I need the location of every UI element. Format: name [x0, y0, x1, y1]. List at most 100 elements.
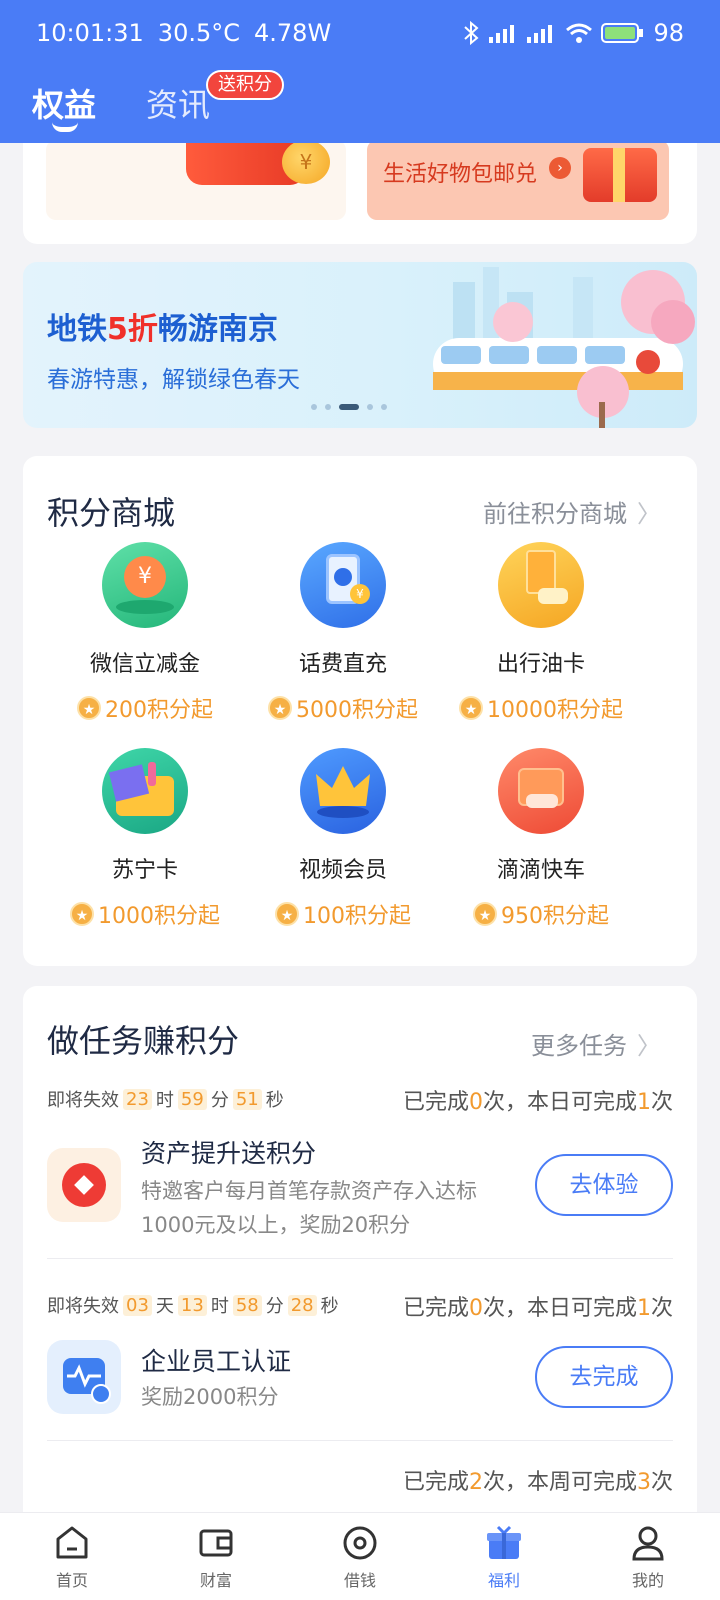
countdown-value: 03 — [123, 1294, 152, 1316]
complete-button[interactable]: 去完成 — [535, 1346, 673, 1408]
task-progress: 已完成0次，本日可完成1次 — [403, 1290, 673, 1322]
shop-item-points: ★ 10000积分起 — [441, 692, 641, 724]
try-button[interactable]: 去体验 — [535, 1154, 673, 1216]
banner-title-highlight: 5折 — [107, 312, 158, 347]
points-shop-card: 积分商城 前往积分商城〉 ¥ 微信立减金 ★ 200积分起 ¥ 话费直充 ★ 500… — [23, 456, 697, 966]
nav-wealth[interactable]: 财富 — [144, 1513, 288, 1600]
countdown-value: 23 — [123, 1088, 152, 1110]
task-title: 企业员工认证 — [141, 1347, 292, 1376]
progress-label: 次，本日可完成 — [482, 1296, 637, 1321]
shop-item-points: ★ 1000积分起 — [45, 898, 245, 930]
progress-done: 2 — [468, 1470, 483, 1495]
progress-label: 次，本日可完成 — [482, 1090, 637, 1115]
metro-banner[interactable]: 地铁5折畅游南京 春游特惠，解锁绿色春天 — [23, 262, 697, 428]
nav-label: 我的 — [631, 1571, 664, 1590]
progress-label: 已完成 — [402, 1090, 469, 1115]
countdown-value: 51 — [232, 1088, 262, 1110]
didi-ride-icon — [498, 748, 584, 834]
shop-item-name: 话费直充 — [298, 652, 387, 677]
shop-item-video-vip[interactable]: 视频会员 ★ 100积分起 — [243, 748, 443, 930]
progress-label: 次 — [650, 1090, 673, 1115]
shop-link[interactable]: 前往积分商城〉 — [483, 494, 661, 529]
shop-item-points: ★ 5000积分起 — [243, 692, 443, 724]
nav-home[interactable]: 首页 — [0, 1513, 144, 1600]
wechat-coupon-icon: ¥ — [102, 542, 188, 628]
shop-item-name: 微信立减金 — [89, 652, 200, 677]
page-dot — [311, 404, 317, 410]
promo-right-tile[interactable]: 生活好物包邮兑 › — [367, 140, 669, 220]
bottom-nav: 首页 财富 借钱 福利 我的 — [0, 1512, 720, 1600]
progress-done: 0 — [468, 1296, 483, 1321]
points-star-icon: ★ — [77, 696, 101, 720]
promo-left-tile[interactable]: ¥ — [46, 140, 346, 220]
bluetooth-icon — [464, 21, 479, 45]
shop-item-didi[interactable]: 滴滴快车 ★ 950积分起 — [441, 748, 641, 930]
shop-item-phone-bill[interactable]: ¥ 话费直充 ★ 5000积分起 — [243, 542, 443, 724]
task-expire-timer: 即将失效 23 时 59 分 51 秒 — [47, 1086, 284, 1112]
nav-label: 财富 — [199, 1571, 232, 1590]
progress-label: 已完成 — [402, 1296, 469, 1321]
divider — [47, 1440, 673, 1441]
video-vip-icon — [300, 748, 386, 834]
banner-pagination — [311, 404, 387, 410]
page-dot — [381, 404, 387, 410]
progress-label: 已完成 — [402, 1470, 469, 1495]
battery-level: 98 — [653, 19, 684, 47]
countdown-value: 13 — [177, 1294, 207, 1316]
countdown-value: 28 — [287, 1294, 317, 1316]
train-blossom-illustration — [433, 267, 695, 428]
shop-item-suning[interactable]: 苏宁卡 ★ 1000积分起 — [45, 748, 245, 930]
tab-news[interactable]: 资讯 — [146, 80, 210, 126]
chevron-right-icon: 〉 — [637, 1032, 661, 1060]
progress-limit: 3 — [636, 1470, 651, 1495]
news-badge: 送积分 — [206, 70, 284, 100]
page-dot — [367, 404, 373, 410]
countdown-unit: 秒 — [320, 1296, 339, 1317]
shop-item-fuel-card[interactable]: 出行油卡 ★ 10000积分起 — [441, 542, 641, 724]
progress-label: 次，本周可完成 — [482, 1470, 637, 1495]
battery-icon — [601, 23, 644, 43]
yuan-coin-icon: ¥ — [282, 140, 330, 184]
banner-subtitle: 春游特惠，解锁绿色春天 — [47, 367, 300, 393]
points-star-icon: ★ — [275, 902, 299, 926]
gift-box-icon — [583, 148, 657, 202]
shop-item-wechat[interactable]: ¥ 微信立减金 ★ 200积分起 — [45, 542, 245, 724]
shop-item-name: 滴滴快车 — [496, 858, 585, 883]
tab-rights[interactable]: 权益 — [32, 80, 96, 126]
status-power: 4.78W — [254, 19, 332, 47]
status-time: 10:01:31 — [36, 19, 144, 47]
shop-item-points-label: 5000积分起 — [296, 698, 418, 723]
progress-limit: 1 — [636, 1090, 651, 1115]
shop-link-label: 前往积分商城 — [483, 500, 627, 528]
task-description: 特邀客户每月首笔存款资产存入达标1000元及以上，奖励20积分 — [141, 1179, 477, 1237]
nav-label: 首页 — [55, 1571, 88, 1590]
task-progress: 已完成0次，本日可完成1次 — [403, 1084, 673, 1116]
top-tabs: 权益 资讯 送积分 — [0, 70, 720, 140]
more-tasks-link[interactable]: 更多任务〉 — [531, 1026, 661, 1061]
task-card: 做任务赚积分 更多任务〉 即将失效 23 时 59 分 51 秒 已完成0次，本日可完… — [23, 986, 697, 1526]
banner-title-pre: 地铁 — [47, 312, 107, 347]
red-diamond-icon — [47, 1148, 121, 1222]
nav-benefits[interactable]: 福利 — [432, 1513, 576, 1600]
nav-profile[interactable]: 我的 — [576, 1513, 720, 1600]
shop-item-name: 出行油卡 — [496, 652, 585, 677]
more-tasks-label: 更多任务 — [531, 1032, 627, 1060]
countdown-unit: 分 — [265, 1296, 284, 1317]
page-dot — [325, 404, 331, 410]
suning-card-icon — [102, 748, 188, 834]
progress-done: 0 — [468, 1090, 483, 1115]
countdown-value: 59 — [177, 1088, 207, 1110]
page-dot-active — [339, 404, 359, 410]
nav-loan[interactable]: 借钱 — [288, 1513, 432, 1600]
task-description: 奖励2000积分 — [141, 1385, 279, 1409]
home-icon — [56, 1526, 88, 1559]
shop-item-points: ★ 200积分起 — [45, 692, 245, 724]
nav-label: 福利 — [487, 1571, 520, 1590]
profile-icon — [632, 1526, 664, 1561]
progress-label: 次 — [650, 1296, 673, 1321]
countdown-unit: 秒 — [265, 1090, 284, 1111]
countdown-unit: 分 — [210, 1090, 229, 1111]
banner-title-post: 畅游南京 — [157, 312, 278, 347]
countdown-unit: 天 — [155, 1296, 174, 1317]
shop-item-points-label: 950积分起 — [501, 904, 609, 929]
